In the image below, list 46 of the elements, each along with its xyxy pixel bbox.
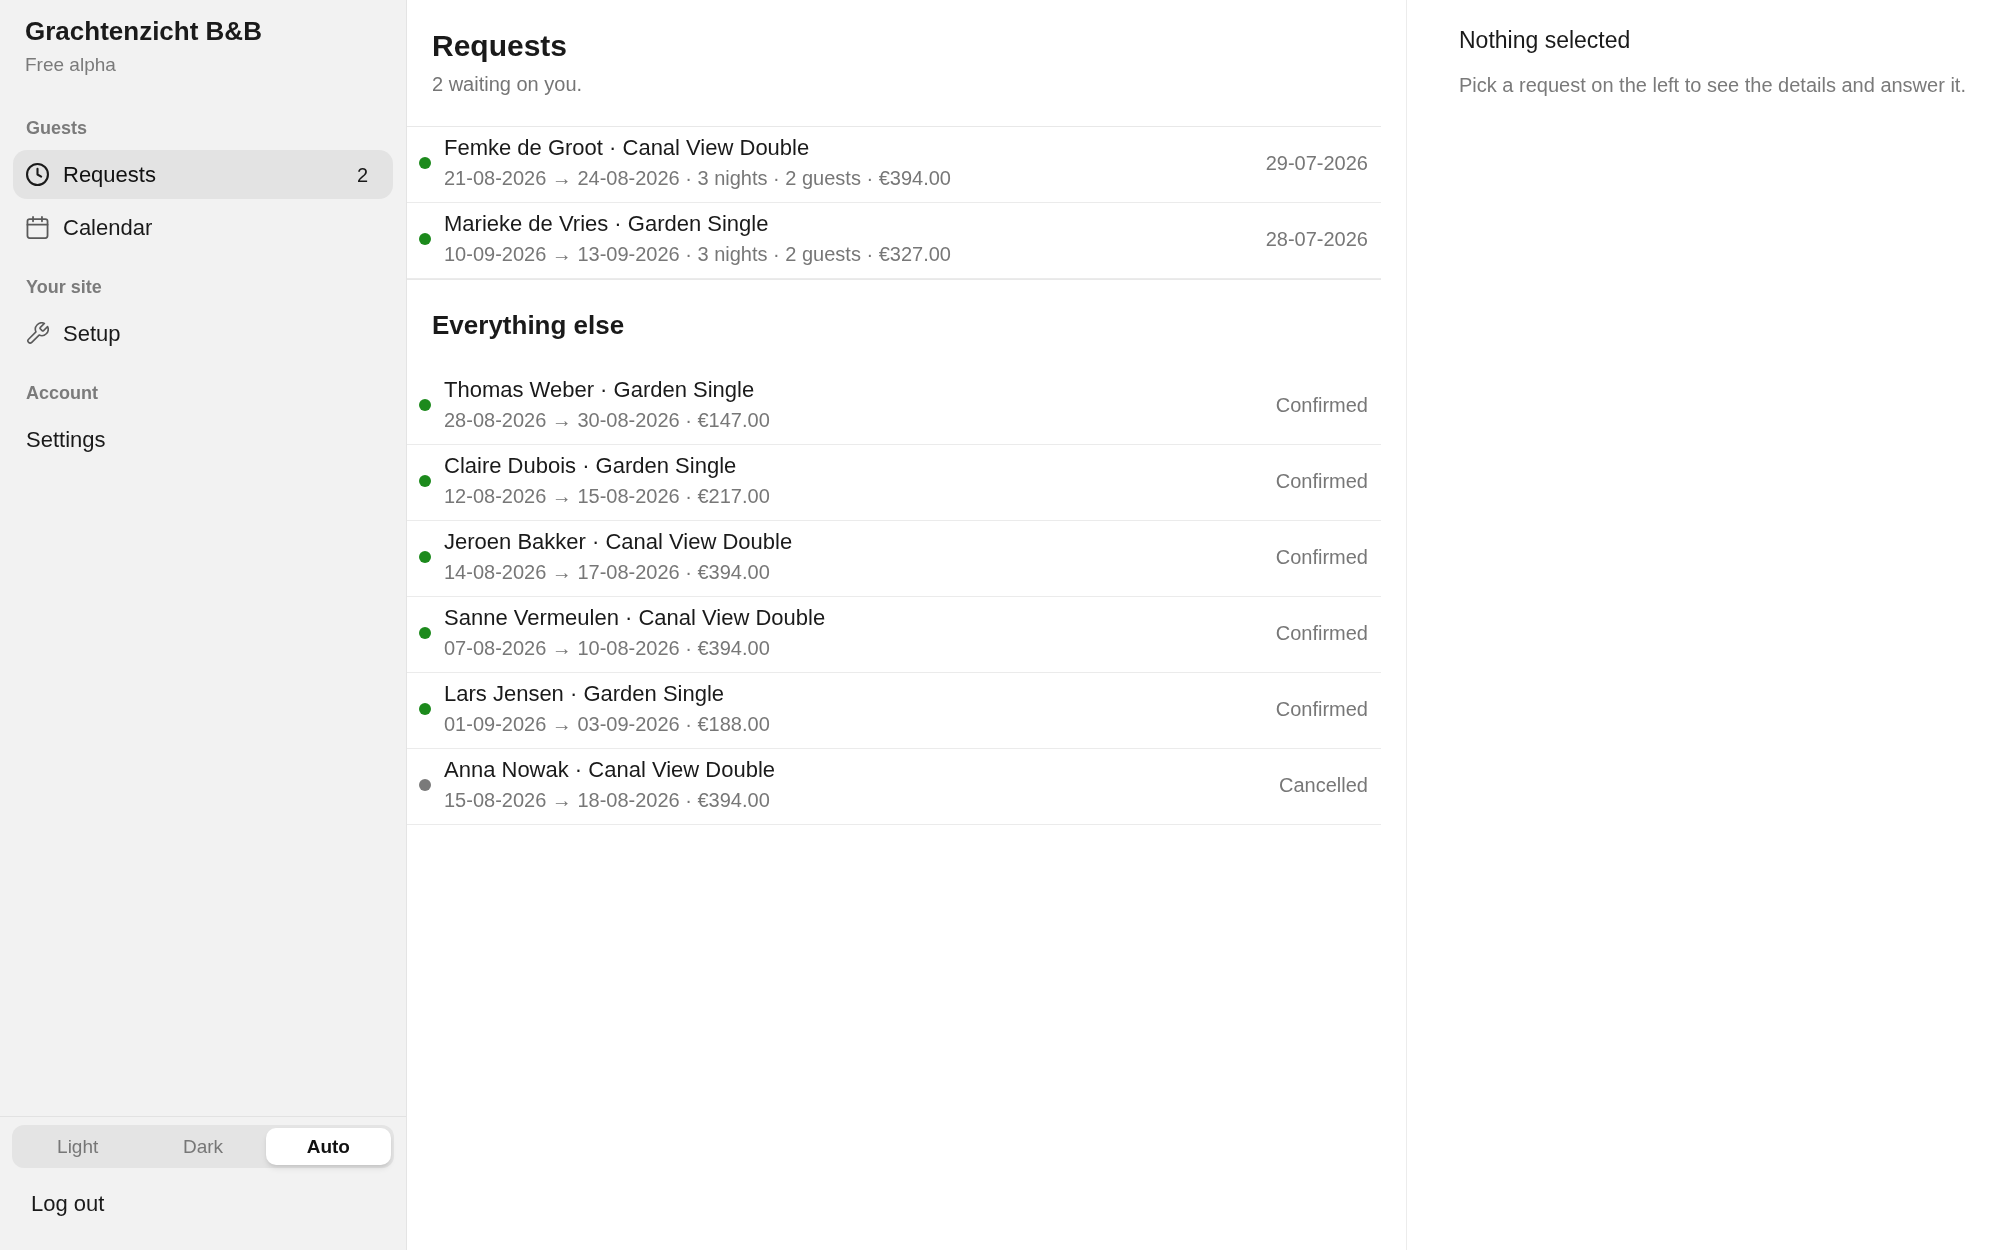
logout-button[interactable]: Log out — [31, 1190, 105, 1218]
booking-details: 10-09-2026 → 13-09-2026 · 3 nights · 2 guests · €327.00 — [444, 242, 951, 266]
section-heading: Everything else — [432, 309, 625, 341]
booking-details: 28-08-2026 → 30-08-2026 · €147.00 — [444, 408, 770, 432]
request-date: 28-07-2026 — [1265, 226, 1368, 251]
nav-item[interactable]: Calendar — [13, 203, 393, 252]
section-label: Guests — [25, 117, 89, 139]
booking-status: Confirmed — [1275, 620, 1368, 645]
nav-item[interactable]: Settings — [13, 415, 393, 464]
plan-label: Free alpha — [25, 53, 116, 77]
booking-details: 07-08-2026 → 10-08-2026 · €394.00 — [444, 636, 770, 660]
booking-status: Confirmed — [1275, 468, 1368, 493]
calendar-icon — [26, 216, 49, 239]
booking-status: Cancelled — [1279, 772, 1368, 797]
request-count: 2 — [356, 162, 368, 187]
theme-option[interactable]: Dark — [140, 1128, 266, 1165]
section-label: Your site — [25, 276, 103, 298]
wrench-icon — [26, 322, 49, 345]
app-title: Grachtenzicht B&B — [25, 15, 262, 47]
booking-title[interactable]: Lars Jensen · Garden Single — [444, 681, 725, 707]
page-subtitle: 2 waiting on you. — [432, 72, 583, 96]
page-heading: Requests — [432, 28, 568, 64]
booking-details: 21-08-2026 → 24-08-2026 · 3 nights · 2 guests · €394.00 — [444, 166, 951, 190]
booking-title[interactable]: Thomas Weber · Garden Single — [444, 377, 755, 403]
empty-state-title: Nothing selected — [1459, 26, 1631, 54]
booking-title[interactable]: Sanne Vermeulen · Canal View Double — [444, 605, 826, 631]
booking-title[interactable]: Femke de Groot · Canal View Double — [444, 135, 810, 161]
booking-title[interactable]: Jeroen Bakker · Canal View Double — [444, 529, 793, 555]
booking-status: Confirmed — [1275, 544, 1368, 569]
theme-option[interactable]: Light — [15, 1128, 141, 1165]
request-date: 29-07-2026 — [1265, 150, 1368, 175]
booking-details: 14-08-2026 → 17-08-2026 · €394.00 — [444, 560, 770, 584]
empty-state-text: Pick a request on the left to see the details and answer it. — [1459, 73, 1966, 97]
clock-icon — [26, 163, 49, 186]
section-label: Account — [25, 382, 99, 404]
nav-item[interactable]: Requests 2 — [13, 150, 393, 199]
booking-details: 15-08-2026 → 18-08-2026 · €394.00 — [444, 788, 770, 812]
nav-item[interactable]: Setup — [13, 309, 393, 358]
booking-title[interactable]: Claire Dubois · Garden Single — [444, 453, 737, 479]
booking-details: 01-09-2026 → 03-09-2026 · €188.00 — [444, 712, 770, 736]
booking-title[interactable]: Marieke de Vries · Garden Single — [444, 211, 769, 237]
booking-details: 12-08-2026 → 15-08-2026 · €217.00 — [444, 484, 770, 508]
booking-status: Confirmed — [1275, 392, 1368, 417]
booking-status: Confirmed — [1275, 696, 1368, 721]
booking-title[interactable]: Anna Nowak · Canal View Double — [444, 757, 775, 783]
theme-option[interactable]: Auto — [265, 1128, 391, 1165]
